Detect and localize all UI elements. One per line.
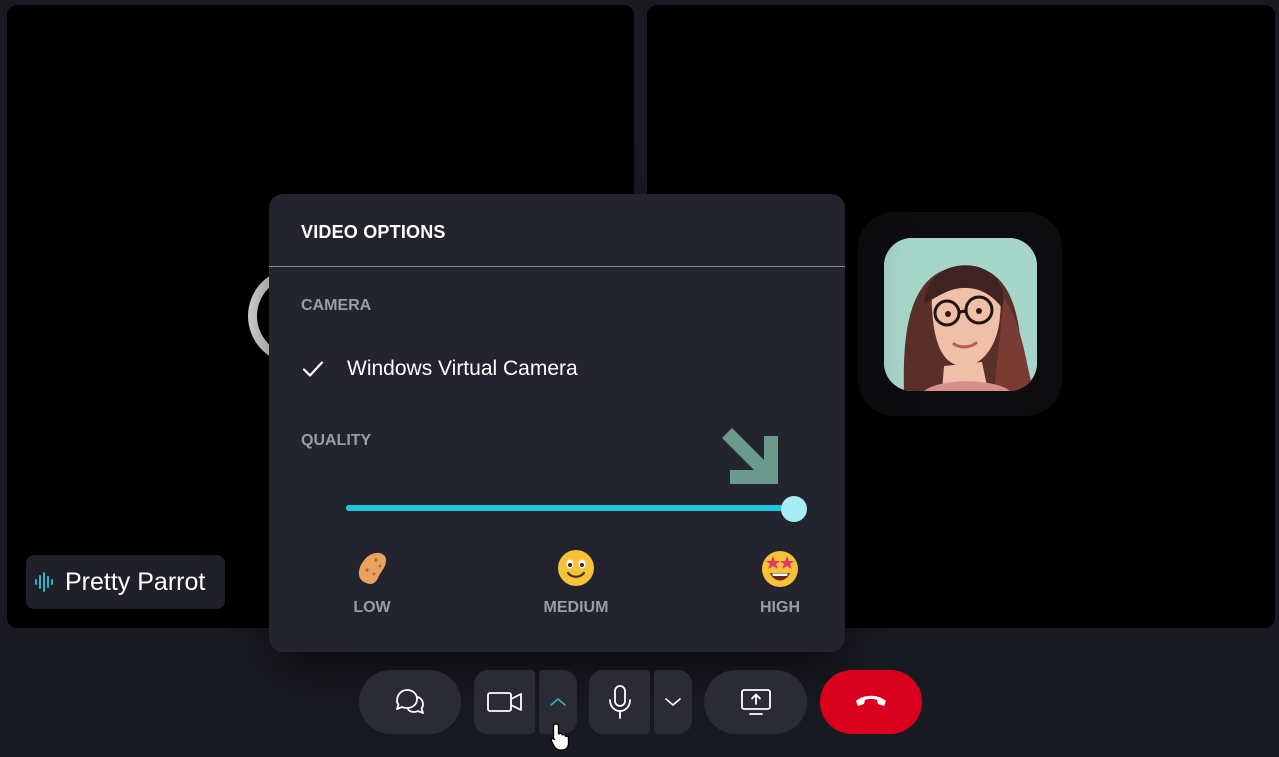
quality-slider-track[interactable] [346, 505, 794, 511]
microphone-button[interactable] [589, 670, 650, 734]
end-call-button[interactable] [820, 670, 922, 734]
panel-title: VIDEO OPTIONS [301, 222, 446, 242]
share-screen-button[interactable] [704, 670, 807, 734]
chevron-down-icon [665, 698, 681, 707]
quality-option-high[interactable]: HIGH [720, 548, 840, 617]
star-struck-emoji-icon [762, 551, 798, 587]
potato-emoji-icon [358, 552, 386, 584]
quality-slider-thumb[interactable] [781, 496, 807, 522]
quality-option-medium[interactable]: MEDIUM [516, 548, 636, 617]
chat-bubbles-icon [396, 689, 424, 714]
participant-name-tag: Pretty Parrot [26, 555, 225, 609]
woman-with-glasses-avatar [884, 238, 1037, 391]
quality-option-low[interactable]: LOW [312, 548, 432, 617]
quality-low-label: LOW [353, 599, 391, 616]
microphone-icon [608, 685, 631, 719]
chat-button[interactable] [359, 670, 461, 734]
chevron-up-icon [550, 697, 566, 706]
call-controls-bar [0, 670, 1279, 736]
quality-high-label: HIGH [760, 599, 800, 616]
checkmark-icon [302, 361, 324, 377]
camera-option-windows-virtual-camera[interactable]: Windows Virtual Camera [301, 357, 578, 381]
arrow-hint-icon [722, 428, 778, 484]
remote-avatar [884, 238, 1037, 391]
quality-medium-label: MEDIUM [543, 599, 609, 616]
camera-section-label: CAMERA [301, 297, 372, 314]
audio-wave-icon [35, 572, 53, 592]
hang-up-icon [856, 695, 886, 706]
camera-button[interactable] [474, 670, 535, 734]
hand-cursor-icon [550, 723, 570, 751]
video-camera-icon [486, 692, 522, 712]
microphone-options-button[interactable] [654, 670, 692, 734]
camera-option-label: Windows Virtual Camera [347, 357, 578, 380]
quality-section-label: QUALITY [301, 432, 372, 449]
smiling-face-emoji-icon [558, 550, 594, 586]
screen-share-icon [740, 689, 771, 715]
panel-divider [269, 266, 845, 267]
video-options-panel: VIDEO OPTIONS CAMERA Windows Virtual Cam… [269, 194, 845, 652]
participant-name: Pretty Parrot [65, 567, 206, 596]
quality-slider-fill [346, 505, 794, 511]
